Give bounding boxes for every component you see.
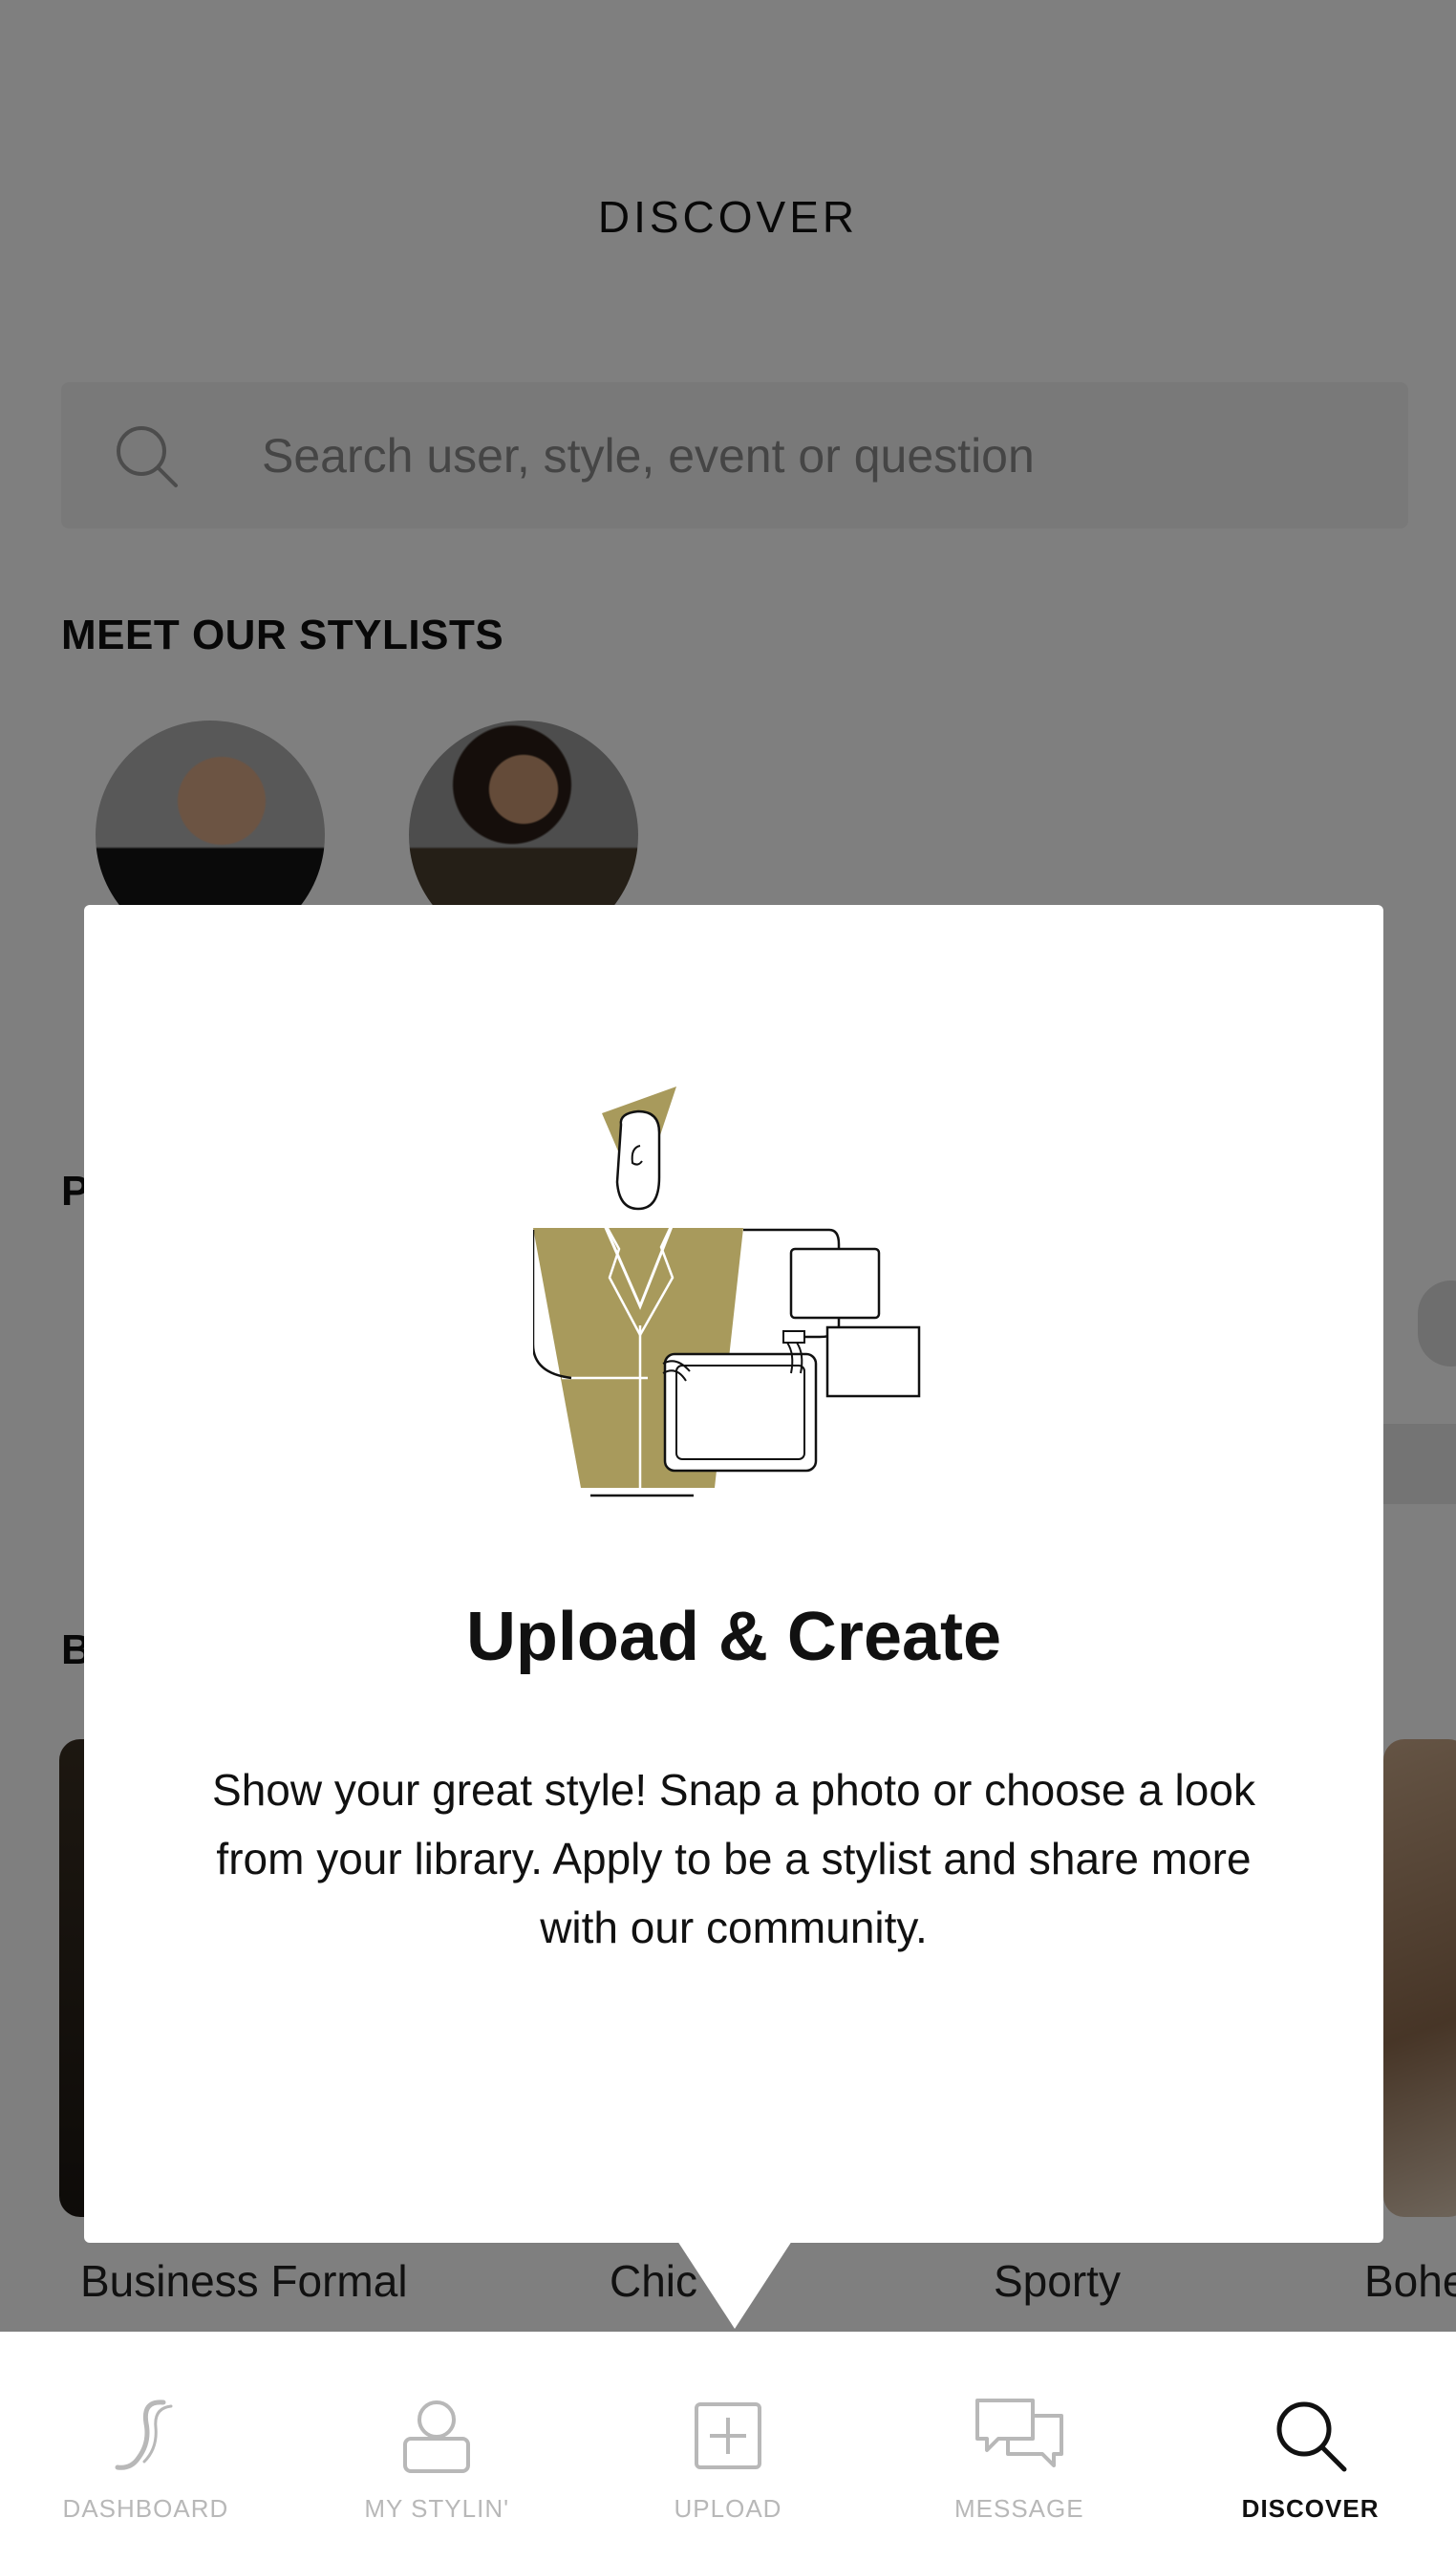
bottom-navigation: DASHBOARD MY STYLIN' UPLOAD MESSAGE DISC…: [0, 2332, 1456, 2561]
nav-label: UPLOAD: [674, 2494, 782, 2523]
upload-create-modal: Upload & Create Show your great style! S…: [84, 905, 1383, 2243]
plus-square-icon: [694, 2402, 761, 2469]
profile-icon: [403, 2400, 471, 2473]
modal-pointer: [677, 2241, 792, 2329]
search-icon: [1276, 2401, 1347, 2472]
nav-label: MY STYLIN': [364, 2494, 510, 2523]
chat-bubbles-icon: [974, 2399, 1063, 2467]
modal-title: Upload & Create: [465, 1599, 1002, 1675]
modal-description: Show your great style! Snap a photo or c…: [212, 1765, 1255, 1952]
nav-label: DISCOVER: [1241, 2494, 1380, 2523]
upload-illustration-icon: [533, 1087, 921, 1497]
nav-label: DASHBOARD: [62, 2494, 229, 2523]
stylin-logo-icon: [115, 2400, 173, 2470]
nav-item-dashboard[interactable]: DASHBOARD: [0, 2332, 291, 2561]
nav-item-my-stylin[interactable]: MY STYLIN': [291, 2332, 583, 2561]
nav-item-upload[interactable]: UPLOAD: [583, 2332, 874, 2561]
nav-item-discover[interactable]: DISCOVER: [1165, 2332, 1456, 2561]
nav-label: MESSAGE: [953, 2494, 1084, 2523]
nav-item-message[interactable]: MESSAGE: [873, 2332, 1165, 2561]
